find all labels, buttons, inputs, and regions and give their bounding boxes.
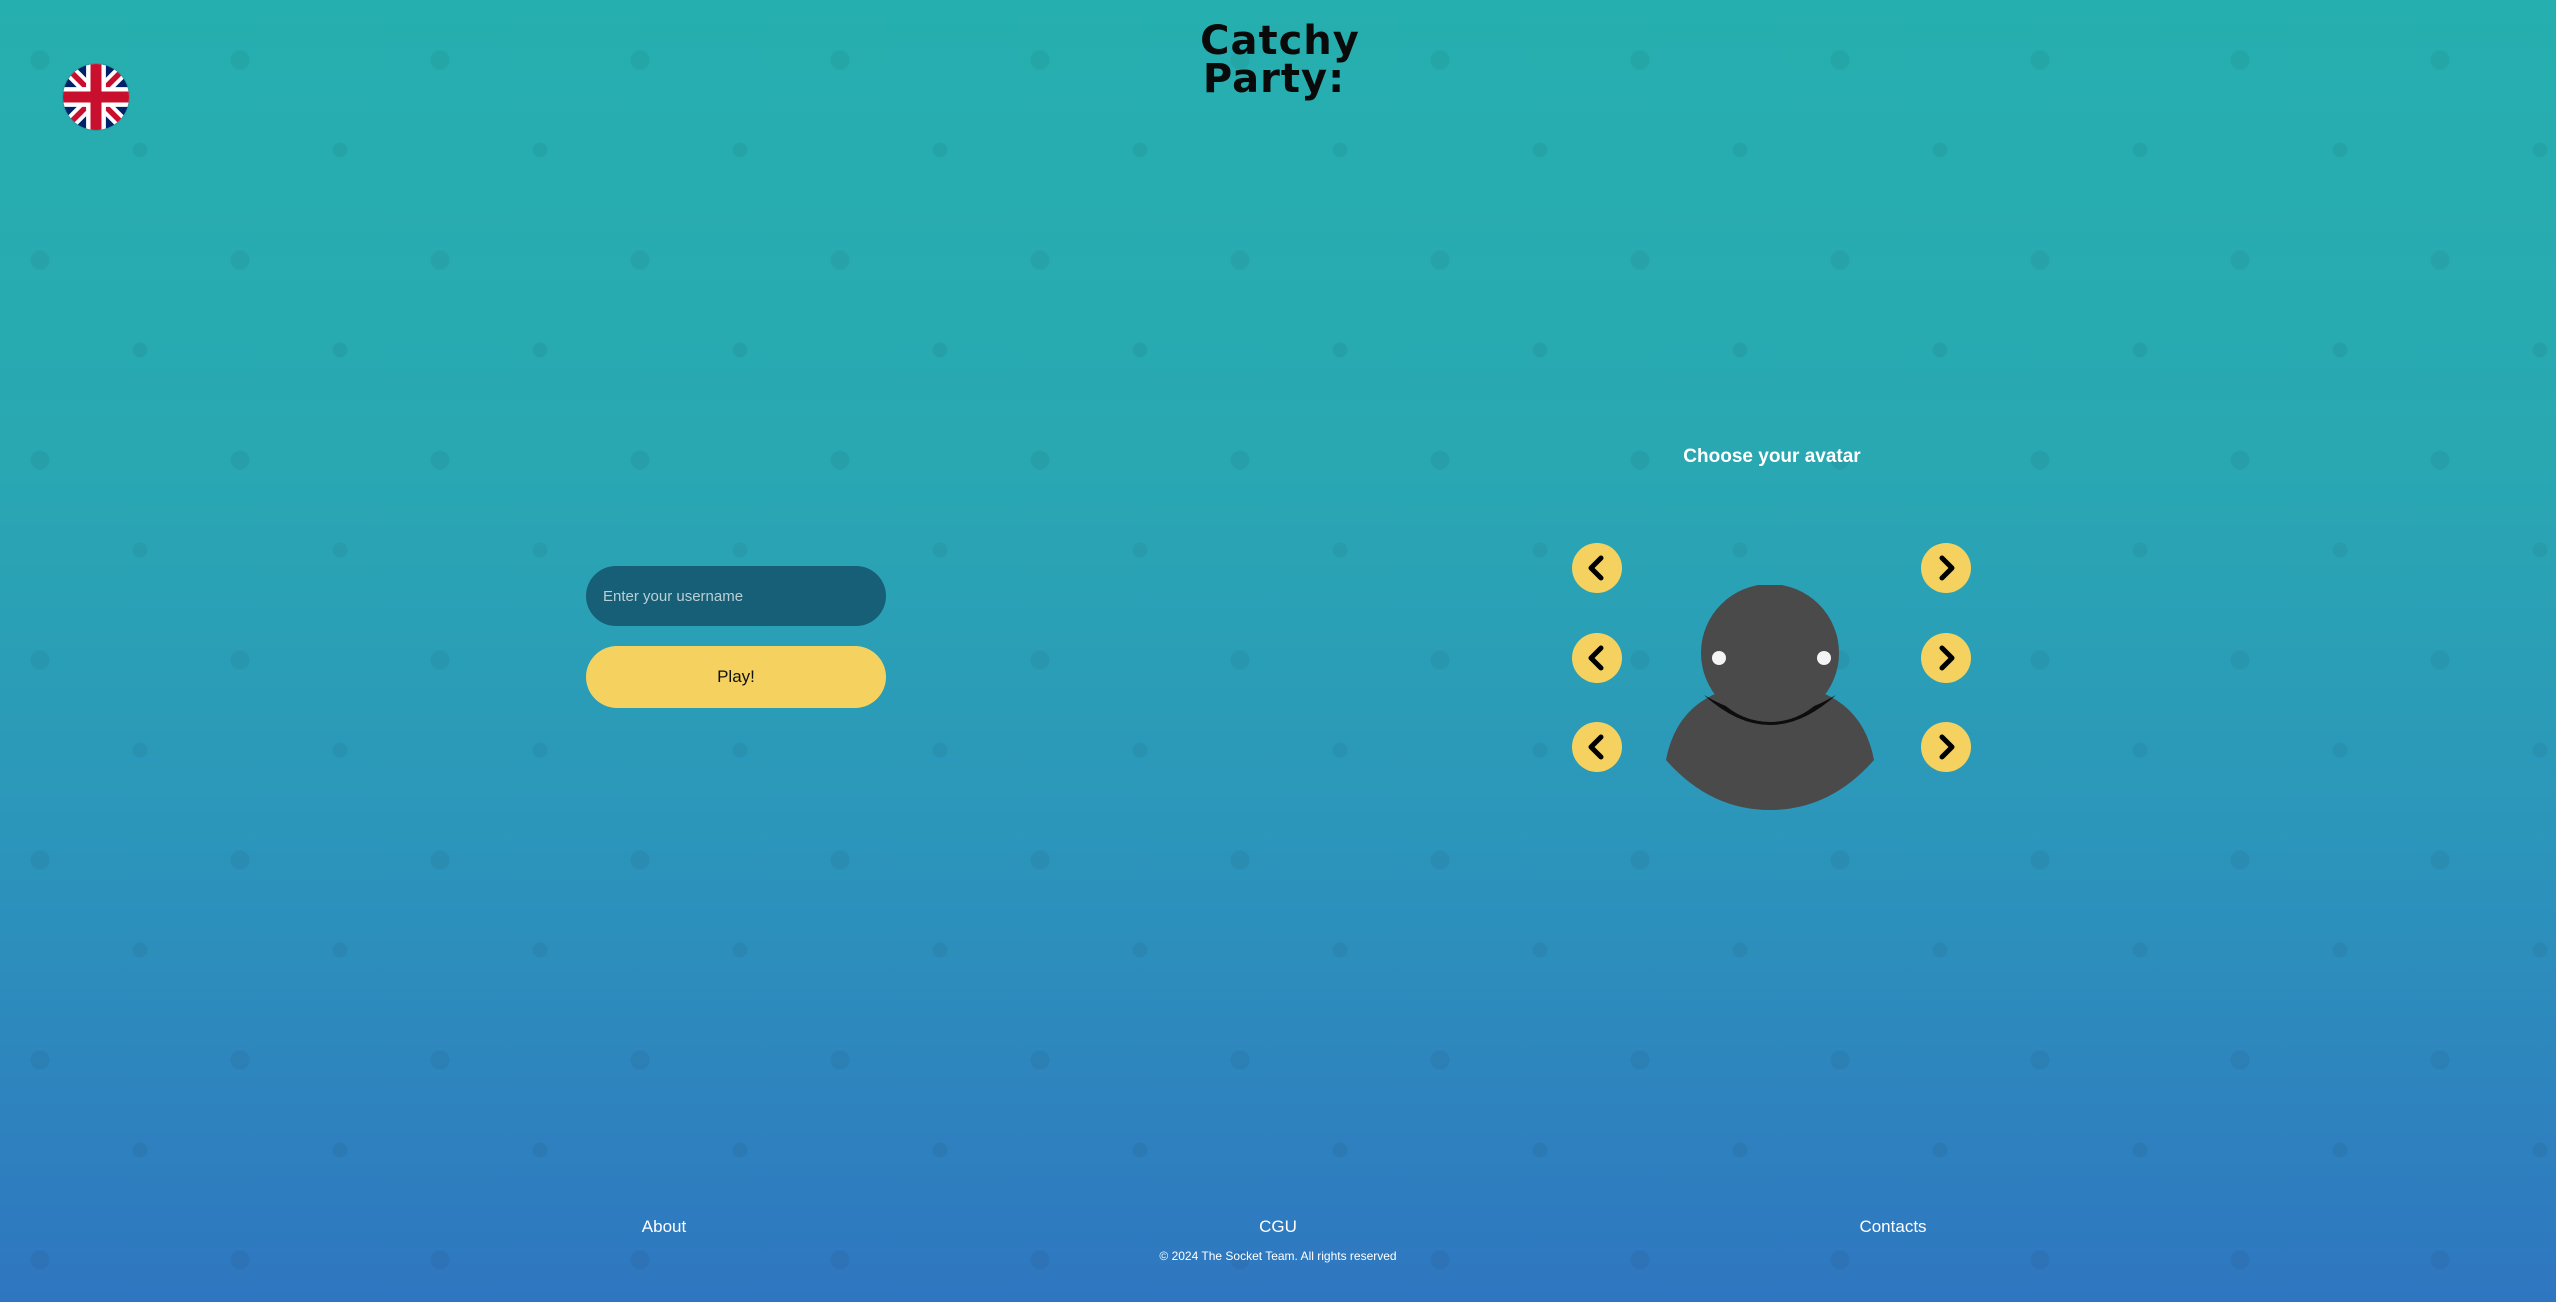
username-input[interactable] (586, 566, 886, 626)
chevron-right-icon (1939, 555, 1955, 581)
prev-mouth-button[interactable] (1572, 722, 1622, 772)
footer-cgu-link[interactable]: CGU (1178, 1217, 1378, 1237)
footer-about-link[interactable]: About (564, 1217, 764, 1237)
copyright-text: © 2024 The Socket Team. All rights reser… (1159, 1249, 1397, 1263)
chevron-left-icon (1588, 555, 1604, 581)
next-mouth-button[interactable] (1921, 722, 1971, 772)
footer-contacts-link[interactable]: Contacts (1793, 1217, 1993, 1237)
prev-head-button[interactable] (1572, 543, 1622, 593)
background-pattern (0, 0, 2556, 1302)
logo-line-2: Party: (1202, 56, 1346, 102)
play-button[interactable]: Play! (586, 646, 886, 708)
avatar-icon (1660, 584, 1880, 810)
logo-line-1: Catchy (1200, 18, 1360, 64)
chevron-left-icon (1588, 734, 1604, 760)
avatar-picker-title: Choose your avatar (1683, 446, 1861, 467)
language-flag-icon[interactable] (63, 64, 129, 130)
prev-eyes-button[interactable] (1572, 633, 1622, 683)
next-head-button[interactable] (1921, 543, 1971, 593)
next-eyes-button[interactable] (1921, 633, 1971, 683)
chevron-right-icon (1939, 734, 1955, 760)
logo: Catchy Party: (1200, 18, 1360, 99)
chevron-left-icon (1588, 645, 1604, 671)
chevron-right-icon (1939, 645, 1955, 671)
